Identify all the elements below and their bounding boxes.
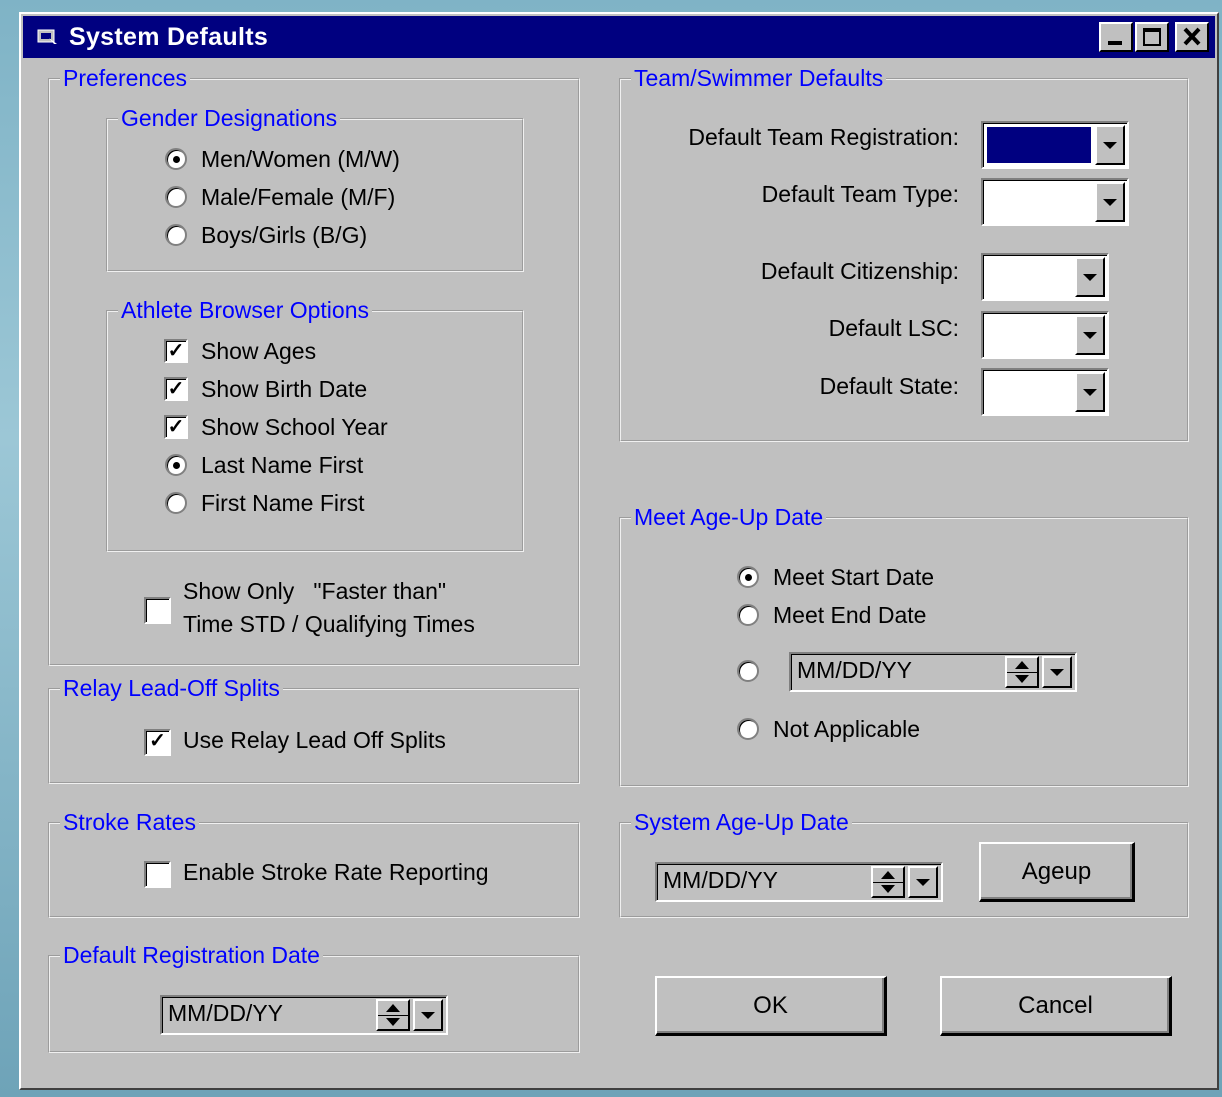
gender-label-boys-girls: Boys/Girls (B/G) <box>201 222 368 248</box>
preferences-group: Preferences Gender Designations Men/Wome… <box>48 64 580 666</box>
meet-age-up-title: Meet Age-Up Date <box>631 503 827 531</box>
minimize-button[interactable] <box>1099 22 1133 52</box>
meet-date-dropdown[interactable] <box>1042 656 1072 688</box>
meet-start-date-label: Meet Start Date <box>773 564 935 590</box>
maximize-icon <box>1143 28 1161 46</box>
default-citizenship-label: Default Citizenship: <box>760 258 959 284</box>
show-ages-checkbox[interactable]: ✓ <box>164 339 188 363</box>
default-registration-date-group: Default Registration Date MM/DD/YY <box>48 941 580 1053</box>
team-swimmer-defaults-title: Team/Swimmer Defaults <box>631 64 887 92</box>
registration-date-text[interactable]: MM/DD/YY <box>168 1000 283 1027</box>
system-date-dropdown[interactable] <box>908 866 938 898</box>
meet-end-date-label: Meet End Date <box>773 602 927 628</box>
last-name-first-label: Last Name First <box>201 452 364 478</box>
default-citizenship-select[interactable] <box>981 253 1109 301</box>
gender-radio-men-women[interactable] <box>165 148 187 170</box>
relay-lead-off-checkbox[interactable]: ✓ <box>144 729 171 756</box>
meet-date-text[interactable]: MM/DD/YY <box>797 657 912 684</box>
default-team-registration-dropdown[interactable] <box>1095 125 1125 165</box>
registration-date-spin[interactable] <box>376 999 410 1031</box>
athlete-browser-group: Athlete Browser Options ✓ Show Ages ✓ Sh… <box>106 296 524 552</box>
default-state-dropdown[interactable] <box>1075 372 1105 412</box>
faster-than-label-line1: Show Only "Faster than" <box>183 578 447 604</box>
system-age-up-title: System Age-Up Date <box>631 808 852 836</box>
title-bar[interactable]: System Defaults <box>23 16 1215 58</box>
first-name-first-label: First Name First <box>201 490 365 516</box>
default-lsc-dropdown[interactable] <box>1075 315 1105 355</box>
system-date-text[interactable]: MM/DD/YY <box>663 867 778 894</box>
default-team-registration-select[interactable] <box>981 121 1129 169</box>
system-defaults-window: System Defaults Preferences Gender Desig… <box>19 12 1219 1090</box>
relay-lead-off-group: Relay Lead-Off Splits ✓ Use Relay Lead O… <box>48 674 580 784</box>
show-school-year-checkbox[interactable]: ✓ <box>164 415 188 439</box>
default-team-type-label: Default Team Type: <box>761 181 959 207</box>
default-state-select[interactable] <box>981 368 1109 416</box>
show-birth-date-label: Show Birth Date <box>201 376 368 402</box>
show-ages-label: Show Ages <box>201 338 317 364</box>
registration-date-dropdown[interactable] <box>413 999 443 1031</box>
show-school-year-label: Show School Year <box>201 414 388 440</box>
faster-than-checkbox[interactable] <box>144 597 171 624</box>
first-name-first-radio[interactable] <box>165 492 187 514</box>
not-applicable-label: Not Applicable <box>773 716 921 742</box>
stroke-rate-checkbox[interactable] <box>144 861 171 888</box>
default-lsc-label: Default LSC: <box>828 315 959 341</box>
gender-label-men-women: Men/Women (M/W) <box>201 146 400 172</box>
maximize-button[interactable] <box>1135 22 1169 52</box>
minimize-icon <box>1108 41 1122 45</box>
stroke-rates-group: Stroke Rates Enable Stroke Rate Reportin… <box>48 808 580 918</box>
gender-designations-group: Gender Designations Men/Women (M/W) Male… <box>106 104 524 272</box>
not-applicable-radio[interactable] <box>737 718 759 740</box>
close-button[interactable] <box>1175 22 1209 52</box>
system-date-picker[interactable]: MM/DD/YY <box>655 862 943 902</box>
team-swimmer-defaults-group: Team/Swimmer Defaults Default Team Regis… <box>619 64 1189 442</box>
gender-label-male-female: Male/Female (M/F) <box>201 184 396 210</box>
show-birth-date-checkbox[interactable]: ✓ <box>164 377 188 401</box>
default-team-type-dropdown[interactable] <box>1095 182 1125 222</box>
app-icon <box>37 28 59 46</box>
default-registration-date-title: Default Registration Date <box>60 941 323 969</box>
meet-date-spin[interactable] <box>1005 656 1039 688</box>
default-state-label: Default State: <box>819 373 959 399</box>
preferences-title: Preferences <box>60 64 191 92</box>
stroke-rates-title: Stroke Rates <box>60 808 199 836</box>
gender-radio-male-female[interactable] <box>165 186 187 208</box>
default-team-registration-label: Default Team Registration: <box>688 124 959 150</box>
close-icon <box>1183 27 1201 46</box>
ok-button[interactable]: OK <box>655 976 887 1036</box>
meet-end-date-radio[interactable] <box>737 604 759 626</box>
default-citizenship-dropdown[interactable] <box>1075 257 1105 297</box>
gender-radio-boys-girls[interactable] <box>165 224 187 246</box>
cancel-button[interactable]: Cancel <box>940 976 1172 1036</box>
stroke-rate-label: Enable Stroke Rate Reporting <box>183 859 489 885</box>
gender-designations-title: Gender Designations <box>118 104 341 132</box>
relay-lead-off-label: Use Relay Lead Off Splits <box>183 727 446 753</box>
meet-age-up-group: Meet Age-Up Date Meet Start Date Meet En… <box>619 503 1189 787</box>
registration-date-picker[interactable]: MM/DD/YY <box>160 995 448 1035</box>
meet-custom-date-radio[interactable] <box>737 660 759 682</box>
meet-date-picker[interactable]: MM/DD/YY <box>789 652 1077 692</box>
faster-than-label-line2: Time STD / Qualifying Times <box>183 611 475 637</box>
last-name-first-radio[interactable] <box>165 454 187 476</box>
meet-start-date-radio[interactable] <box>737 566 759 588</box>
default-team-registration-selection <box>987 127 1091 163</box>
system-date-spin[interactable] <box>871 866 905 898</box>
default-lsc-select[interactable] <box>981 311 1109 359</box>
default-team-type-select[interactable] <box>981 178 1129 226</box>
ageup-button[interactable]: Ageup <box>979 842 1135 902</box>
window-title: System Defaults <box>69 22 269 51</box>
system-age-up-group: System Age-Up Date MM/DD/YY Ageup <box>619 808 1189 918</box>
relay-lead-off-title: Relay Lead-Off Splits <box>60 674 283 702</box>
athlete-browser-title: Athlete Browser Options <box>118 296 373 324</box>
